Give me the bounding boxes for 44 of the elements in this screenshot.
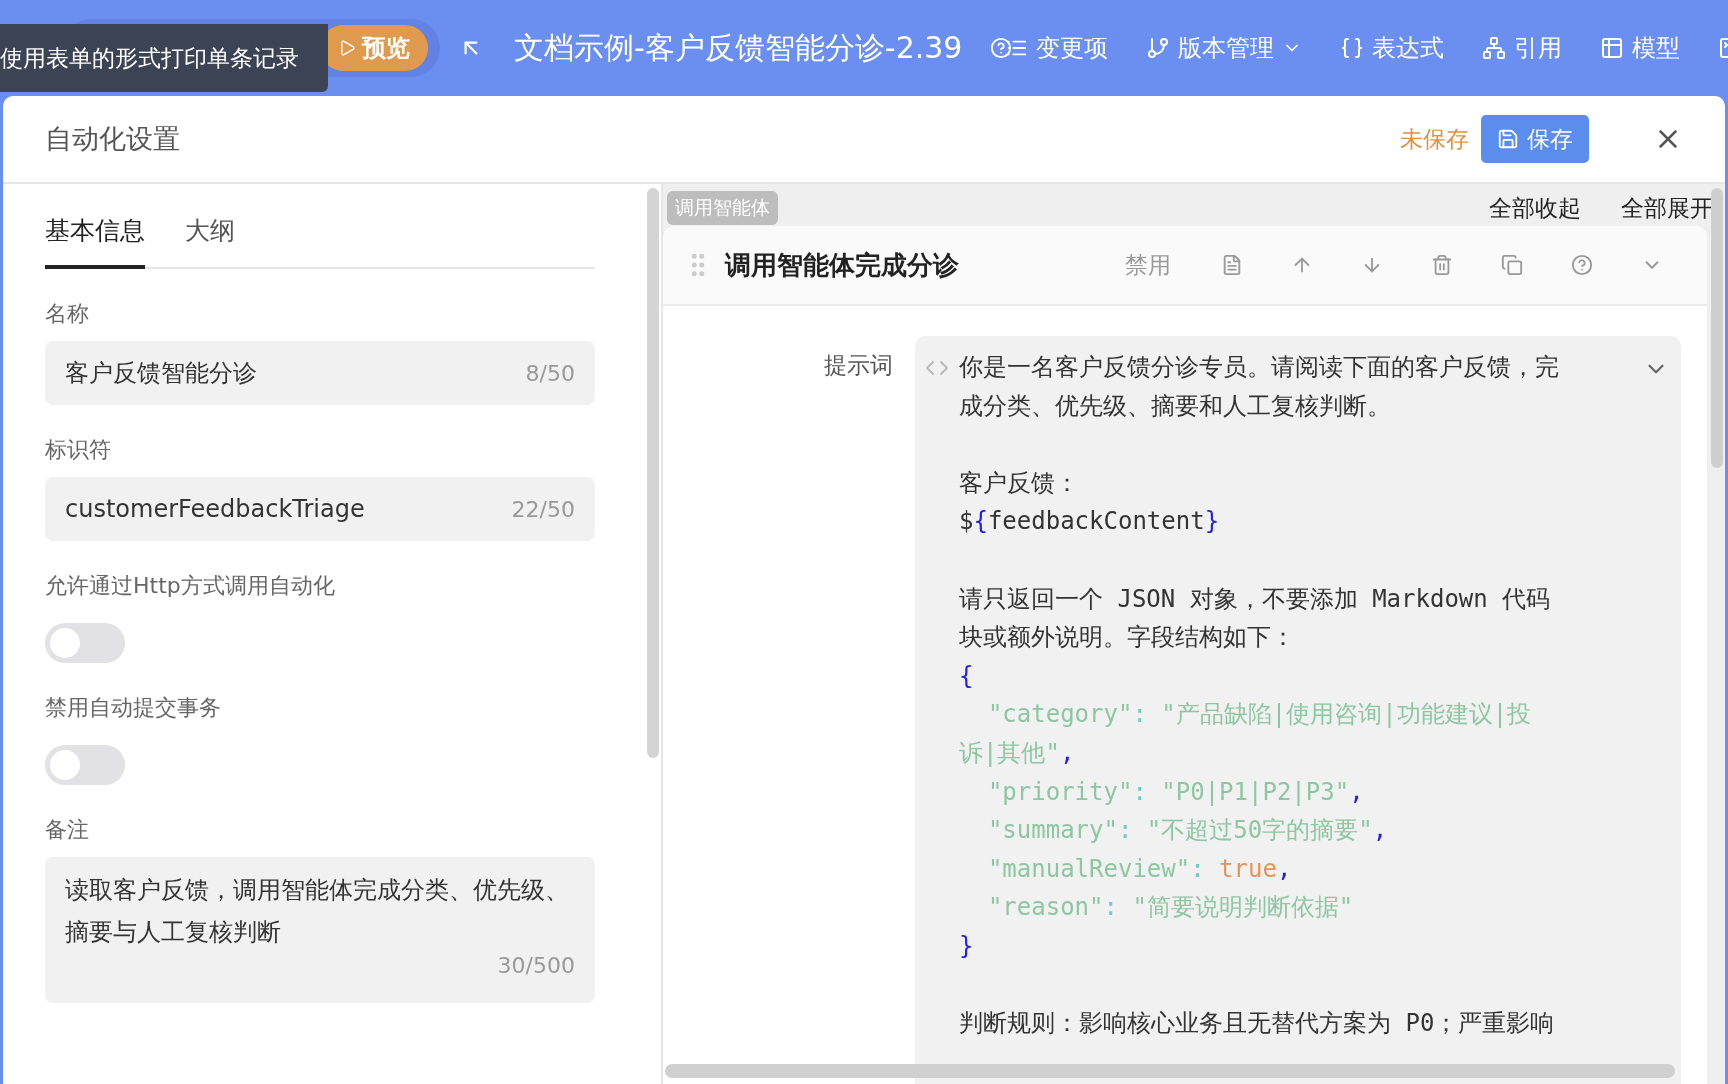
char-count: 22/50	[511, 496, 575, 522]
modal-title: 自动化设置	[45, 122, 181, 156]
expand-all-link[interactable]: 全部展开	[1621, 192, 1713, 224]
code-line: 你是一名客户反馈分诊专员。请阅读下面的客户反馈，完	[959, 352, 1560, 383]
code-line: }	[959, 930, 975, 962]
unsaved-status: 未保存	[1400, 124, 1469, 154]
collapse-all-link[interactable]: 全部收起	[1489, 192, 1581, 224]
field-label: 备注	[45, 816, 90, 844]
toolbar-button[interactable]: 引用	[1472, 32, 1573, 64]
text-field[interactable]: 客户反馈智能分诊 8/50	[45, 341, 595, 405]
code-line: 诉|其他",	[959, 737, 1076, 769]
code-line: {	[959, 660, 975, 692]
code-line: 客户反馈：	[959, 467, 1080, 499]
disable-button[interactable]: 禁用	[1125, 249, 1171, 281]
code-line: "manualReview": true,	[986, 853, 1293, 885]
char-count: 30/500	[497, 953, 575, 978]
field-label: 禁用自动提交事务	[45, 694, 222, 722]
code-line: 块或额外说明。字段结构如下：	[959, 622, 1296, 654]
save-button[interactable]: 保存	[1481, 115, 1589, 163]
field-label: 提示词	[823, 351, 894, 380]
code-line: 请只返回一个 JSON 对象，不要添加 Markdown 代码	[959, 583, 1552, 615]
toolbar-button[interactable]: 版本管理	[1136, 32, 1313, 64]
tab[interactable]: 基本信息	[45, 204, 145, 269]
tooltip: 使用表单的形式打印单条记录	[0, 24, 328, 92]
tab[interactable]: 大纲	[185, 204, 235, 269]
char-count: 8/50	[525, 360, 575, 386]
code-line: 判断规则：影响核心业务且无替代方案为 P0；严重影响	[959, 1008, 1556, 1040]
code-line: ${feedbackContent}	[959, 506, 1221, 538]
toolbar-button[interactable]: 变更项	[980, 32, 1119, 64]
toolbar-button[interactable]: 表达式	[1330, 32, 1455, 64]
code-line: "summary": "不超过50字的摘要",	[986, 815, 1389, 847]
field-label: 标识符	[45, 436, 112, 464]
code-line: 成分类、优先级、摘要和人工复核判断。	[959, 390, 1392, 422]
text-field[interactable]: customerFeedbackTriage 22/50	[45, 477, 595, 541]
step-tag: 调用智能体	[667, 191, 778, 225]
textarea-field[interactable]: 读取客户反馈，调用智能体完成分类、优先级、摘要与人工复核判断 30/500	[45, 857, 595, 1003]
step-title: 调用智能体完成分诊	[725, 248, 960, 282]
code-line: "reason": "简要说明判断依据"	[986, 892, 1355, 924]
document-title: 文档示例-客户反馈智能分诊-2.39	[514, 28, 963, 67]
field-label: 允许通过Http方式调用自动化	[45, 572, 336, 600]
toolbar-button[interactable]: 模型	[1590, 32, 1691, 64]
field-label: 名称	[45, 300, 90, 328]
code-line: "priority": "P0|P1|P2|P3",	[986, 776, 1365, 808]
code-line: "category": "产品缺陷|使用咨询|功能建议|投	[986, 699, 1533, 731]
